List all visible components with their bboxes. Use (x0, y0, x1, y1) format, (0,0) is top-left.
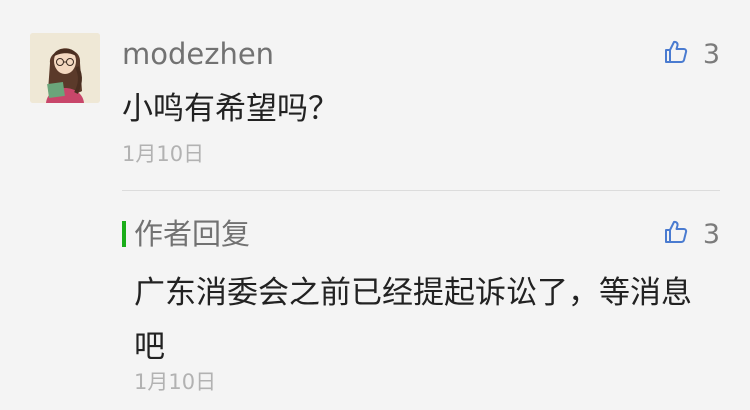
reply-like-button[interactable]: 3 (663, 214, 720, 254)
thumbs-up-icon (663, 39, 689, 69)
reply-date: 1月10日 (134, 370, 217, 394)
comment-like-count: 3 (702, 38, 720, 70)
comment-like-button[interactable]: 3 (663, 34, 720, 74)
reply-like-count: 3 (702, 218, 720, 250)
thumbs-up-icon (663, 219, 689, 249)
comment-date: 1月10日 (122, 142, 205, 166)
reply-accent-bar (122, 221, 126, 247)
divider (122, 190, 720, 191)
reply-content: 广东消委会之前已经提起诉讼了，等消息吧 (134, 275, 692, 365)
comment-author-name[interactable]: modezhen (122, 34, 274, 74)
comment-content: 小鸣有希望吗？ (122, 91, 339, 127)
reply-label: 作者回复 (134, 217, 251, 251)
avatar-image (30, 33, 100, 103)
avatar[interactable] (30, 33, 100, 103)
